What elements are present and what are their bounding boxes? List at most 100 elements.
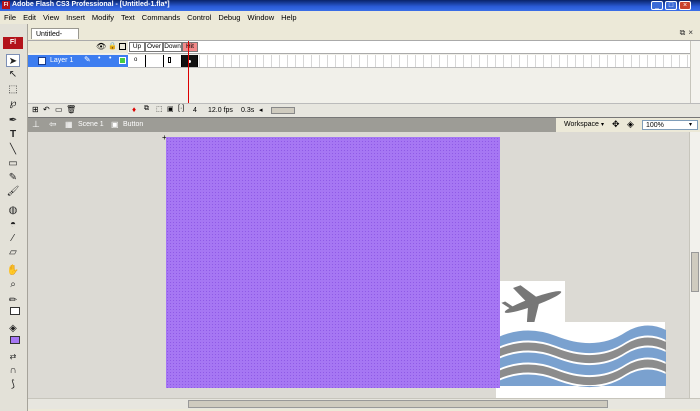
- document-window-controls[interactable]: ⧉×: [680, 28, 696, 38]
- line-icon[interactable]: ╲: [6, 143, 20, 156]
- button-symbol-icon: ▣: [111, 120, 119, 129]
- snap-icon[interactable]: ∩: [6, 364, 20, 377]
- menu-insert[interactable]: Insert: [62, 11, 88, 23]
- frame-label-down[interactable]: Down: [163, 42, 182, 52]
- menu-control[interactable]: Control: [183, 11, 214, 23]
- keyframe-hit[interactable]: [182, 55, 198, 67]
- eyedropper-icon[interactable]: ⁄: [6, 232, 20, 245]
- delete-layer-icon[interactable]: 🗑: [66, 105, 76, 114]
- zoom-icon[interactable]: ⌕: [6, 278, 20, 291]
- playhead[interactable]: [188, 41, 189, 103]
- timeline-status-bar: ⊞ ↶ ▭ 🗑 ♦ ⧉ ⬚ ▣ [·] 4 12.0 fps 0.3s ◂: [28, 103, 700, 118]
- eraser-icon[interactable]: ▱: [6, 246, 20, 259]
- menu-edit[interactable]: Edit: [19, 11, 39, 23]
- onion-markers-icon[interactable]: [·]: [178, 105, 184, 112]
- selection-icon[interactable]: ➤: [6, 54, 20, 67]
- lock-icon[interactable]: 🔒: [108, 42, 117, 50]
- rectangle-icon[interactable]: ▭: [6, 157, 20, 170]
- onion-outline-icon[interactable]: ⬚: [156, 105, 163, 113]
- menu-bar: File Edit View Insert Modify Text Commands Cont…: [0, 11, 700, 25]
- add-folder-icon[interactable]: ▭: [55, 105, 63, 114]
- fill-color-swatch[interactable]: [10, 336, 20, 344]
- toggle-timeline-icon[interactable]: ⊥: [32, 119, 40, 130]
- menu-debug[interactable]: Debug: [214, 11, 243, 23]
- subselection-icon[interactable]: ↖: [6, 68, 20, 81]
- onion-skin-icon[interactable]: ⧉: [144, 105, 149, 113]
- paint-bucket-icon[interactable]: ◓: [6, 218, 20, 231]
- fill-color-icon[interactable]: ◈: [6, 322, 20, 335]
- hit-area-rectangle[interactable]: [166, 137, 500, 388]
- stage-vertical-scrollbar[interactable]: [689, 132, 700, 398]
- add-layer-icon[interactable]: ⊞: [32, 105, 39, 114]
- close-button[interactable]: ×: [679, 1, 691, 10]
- minimize-button[interactable]: _: [651, 1, 663, 10]
- swap-colors-icon[interactable]: ⇄: [6, 350, 20, 363]
- layer-visible-dot[interactable]: •: [98, 55, 100, 62]
- menu-commands[interactable]: Commands: [138, 11, 183, 23]
- layer-icon: [38, 57, 46, 65]
- text-icon[interactable]: T: [6, 128, 20, 141]
- add-motion-guide-icon[interactable]: ↶: [43, 105, 50, 114]
- scroll-left-arrow[interactable]: ◂: [259, 106, 267, 115]
- keyframe-over[interactable]: [146, 55, 164, 67]
- menu-file[interactable]: File: [0, 11, 19, 23]
- workspace-dropdown-icon[interactable]: ▾: [601, 121, 604, 128]
- stage-hscroll-thumb[interactable]: [188, 400, 608, 408]
- free-transform-icon[interactable]: ⬚: [6, 83, 20, 96]
- frame-label-hit[interactable]: Hit: [182, 42, 198, 52]
- toolbox: Fl ➤ ↖ ⬚ ℘ ✒ T ╲ ▭ ✎ 🖌 ◍ ◓ ⁄ ▱ ✋ ⌕ ✏ ◈ ⇄…: [0, 24, 28, 411]
- center-frame-icon[interactable]: ♦: [132, 105, 136, 114]
- keyframe-down[interactable]: [164, 55, 182, 67]
- breadcrumb-scene[interactable]: Scene 1: [78, 120, 104, 130]
- ink-bottle-icon[interactable]: ◍: [6, 204, 20, 217]
- breadcrumb-symbol[interactable]: Button: [123, 120, 143, 130]
- hand-icon[interactable]: ✋: [6, 264, 20, 277]
- app-icon: Fl: [2, 1, 10, 9]
- menu-help[interactable]: Help: [277, 11, 299, 23]
- current-frame: 4: [193, 107, 197, 114]
- eye-icon[interactable]: 👁: [96, 42, 106, 51]
- document-tab[interactable]: Untitled-1.fla*: [31, 28, 79, 49]
- pencil-icon[interactable]: ✎: [6, 171, 20, 184]
- smooth-icon[interactable]: ⟆: [6, 378, 20, 391]
- window-title: Adobe Flash CS3 Professional - [Untitled…: [12, 1, 170, 8]
- brush-icon[interactable]: 🖌: [6, 185, 20, 198]
- menu-view[interactable]: View: [39, 11, 62, 23]
- pen-icon[interactable]: ✒: [6, 114, 20, 127]
- edit-bar: ⊥ ⇦ ▦ Scene 1 ▣ Button Workspace ▾ ✥ ◈ 1…: [28, 117, 700, 133]
- layer-lock-dot[interactable]: •: [109, 55, 111, 62]
- edit-multiple-icon[interactable]: ▣: [167, 105, 174, 113]
- stage-horizontal-scrollbar[interactable]: [28, 398, 700, 409]
- layer-name: Layer 1: [50, 57, 74, 64]
- timeline-scrollbar[interactable]: [690, 41, 700, 103]
- frame-rate: 12.0 fps: [208, 107, 233, 114]
- menu-modify[interactable]: Modify: [88, 11, 117, 23]
- edit-scene-icon[interactable]: ✥: [612, 119, 620, 130]
- maximize-button[interactable]: □: [665, 1, 677, 10]
- menu-text[interactable]: Text: [117, 11, 138, 23]
- frame-label-over[interactable]: Over: [145, 42, 163, 52]
- lasso-icon[interactable]: ℘: [6, 97, 20, 110]
- frames-header: Up Over Down Hit: [128, 41, 690, 54]
- scene-icon: ▦: [65, 120, 73, 129]
- frame-label-up[interactable]: Up: [129, 42, 145, 52]
- keyframe-up[interactable]: o: [128, 55, 146, 67]
- flash-logo: Fl: [3, 37, 23, 49]
- edit-symbols-icon[interactable]: ◈: [627, 119, 634, 130]
- menu-window[interactable]: Window: [243, 11, 277, 23]
- stage-vscroll-thumb[interactable]: [691, 252, 699, 292]
- outline-icon[interactable]: [119, 43, 126, 50]
- layer-outline-color[interactable]: [119, 57, 126, 64]
- pencil-edit-icon: ✎: [84, 55, 91, 64]
- timeline-panel: 👁 🔒 Layer 1 ✎ • • Up Over Down Hit o ⊞ ↶…: [28, 40, 700, 118]
- layer-header: 👁 🔒: [28, 41, 128, 53]
- stroke-color-icon[interactable]: ✏: [6, 294, 20, 307]
- workspace-menu[interactable]: Workspace: [564, 121, 599, 128]
- timeline-hscroll-thumb[interactable]: [271, 107, 295, 114]
- stroke-color-swatch[interactable]: [10, 307, 20, 315]
- frames-row[interactable]: o: [128, 55, 690, 68]
- zoom-dropdown-icon[interactable]: ▾: [689, 121, 692, 128]
- stage-area[interactable]: +: [28, 132, 689, 398]
- back-arrow-icon[interactable]: ⇦: [49, 119, 57, 130]
- layer-row[interactable]: Layer 1 ✎ • •: [28, 55, 128, 67]
